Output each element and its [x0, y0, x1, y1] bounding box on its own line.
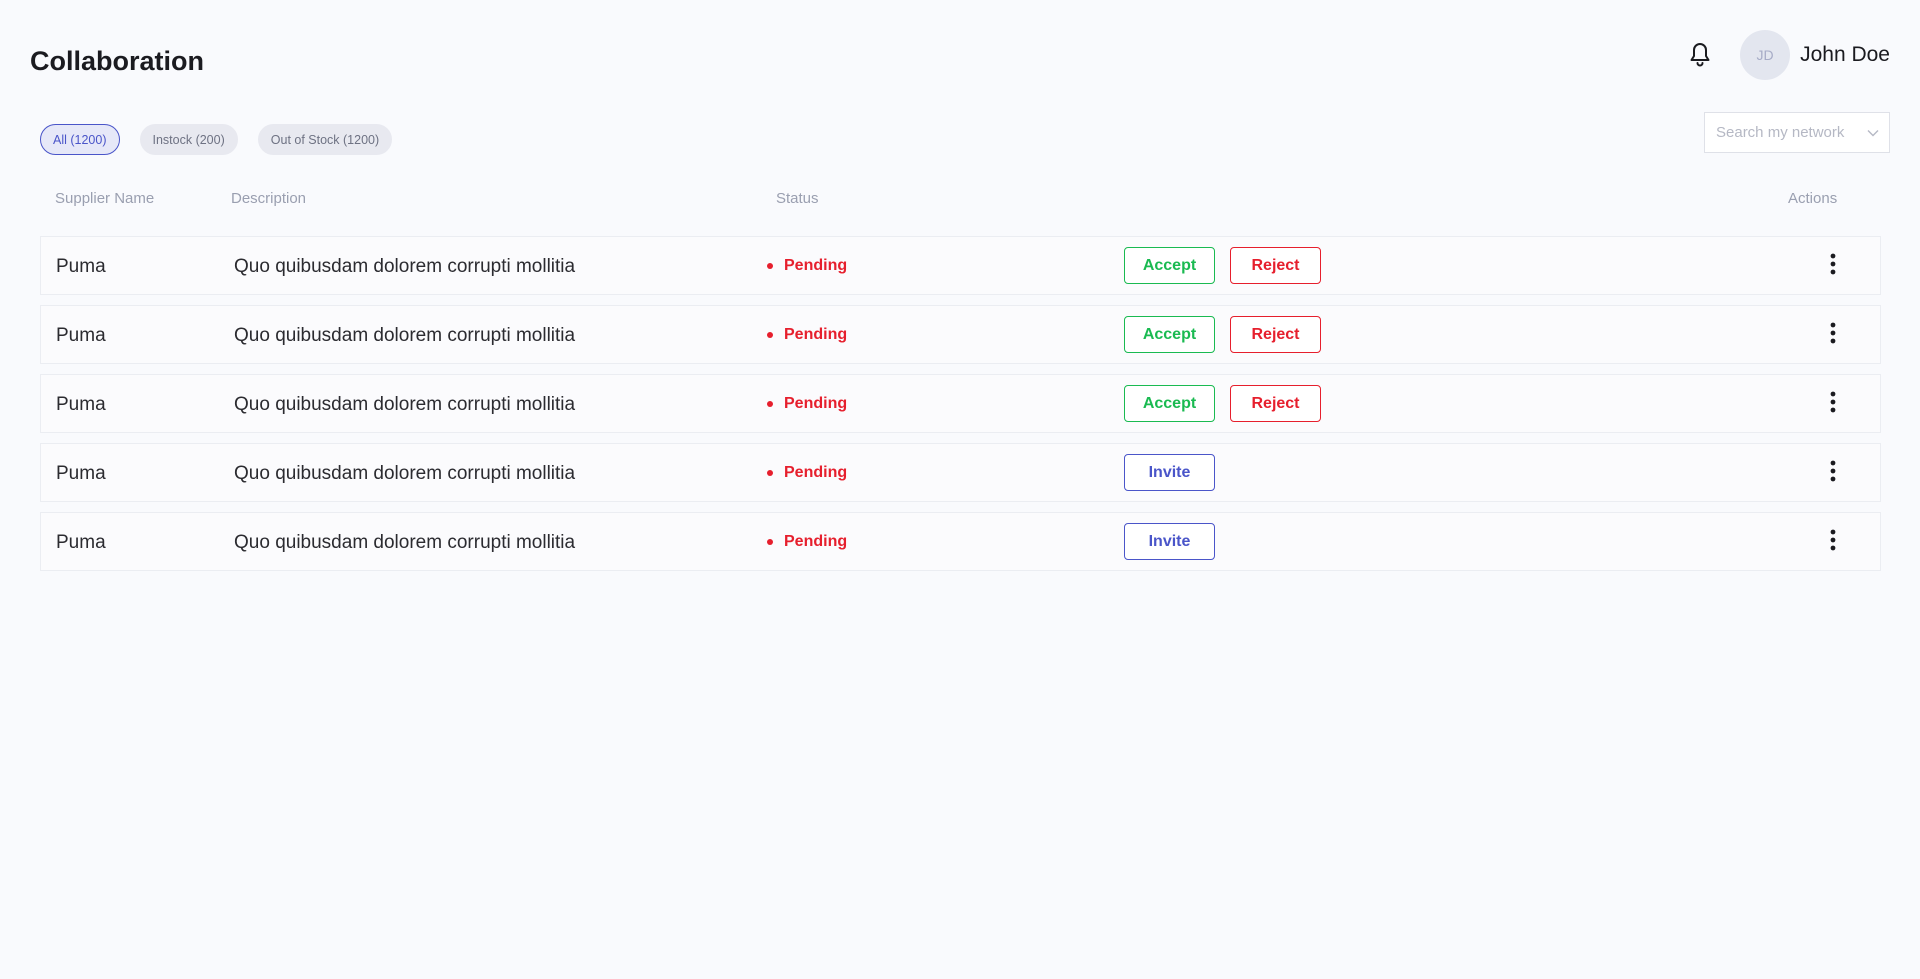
- description: Quo quibusdam dolorem corrupti mollitia: [234, 463, 576, 484]
- chevron-down-icon[interactable]: [1867, 127, 1879, 139]
- more-vertical-icon[interactable]: [1827, 459, 1839, 483]
- accept-button[interactable]: Accept: [1124, 385, 1215, 422]
- table-row: Puma Quo quibusdam dolorem corrupti moll…: [40, 374, 1881, 433]
- reject-button[interactable]: Reject: [1230, 247, 1321, 284]
- invite-button[interactable]: Invite: [1124, 523, 1215, 560]
- user-header: JD John Doe: [1686, 30, 1890, 80]
- status-badge: Pending: [767, 257, 847, 275]
- accept-button[interactable]: Accept: [1124, 247, 1215, 284]
- status-dot-icon: [767, 470, 773, 476]
- table-row: Puma Quo quibusdam dolorem corrupti moll…: [40, 305, 1881, 364]
- status-badge: Pending: [767, 464, 847, 482]
- status-text: Pending: [784, 395, 848, 412]
- page-title: Collaboration: [30, 46, 204, 76]
- table-row: Puma Quo quibusdam dolorem corrupti moll…: [40, 443, 1881, 502]
- status-dot-icon: [767, 401, 773, 407]
- more-vertical-icon[interactable]: [1827, 252, 1839, 276]
- search-input[interactable]: [1716, 124, 1866, 141]
- supplier-name: Puma: [56, 256, 106, 277]
- description: Quo quibusdam dolorem corrupti mollitia: [234, 532, 576, 553]
- invite-button[interactable]: Invite: [1124, 454, 1215, 491]
- supplier-name: Puma: [56, 463, 106, 484]
- more-vertical-icon[interactable]: [1827, 528, 1839, 552]
- supplier-table: Puma Quo quibusdam dolorem corrupti moll…: [40, 236, 1881, 581]
- status-text: Pending: [784, 533, 848, 550]
- filter-pills: All (1200) Instock (200) Out of Stock (1…: [40, 124, 393, 155]
- status-badge: Pending: [767, 326, 847, 344]
- column-header-status: Status: [776, 190, 819, 207]
- status-dot-icon: [767, 263, 773, 269]
- column-header-actions: Actions: [1788, 190, 1838, 207]
- column-header-description: Description: [231, 190, 307, 207]
- more-vertical-icon[interactable]: [1827, 321, 1839, 345]
- reject-button[interactable]: Reject: [1230, 385, 1321, 422]
- status-text: Pending: [784, 257, 848, 274]
- description: Quo quibusdam dolorem corrupti mollitia: [234, 256, 576, 277]
- bell-icon[interactable]: [1686, 41, 1714, 69]
- user-name[interactable]: John Doe: [1800, 43, 1890, 67]
- supplier-name: Puma: [56, 532, 106, 553]
- avatar[interactable]: JD: [1740, 30, 1791, 80]
- status-badge: Pending: [767, 395, 847, 413]
- description: Quo quibusdam dolorem corrupti mollitia: [234, 325, 576, 346]
- column-header-supplier: Supplier Name: [55, 190, 155, 207]
- description: Quo quibusdam dolorem corrupti mollitia: [234, 394, 576, 415]
- status-dot-icon: [767, 539, 773, 545]
- more-vertical-icon[interactable]: [1827, 390, 1839, 414]
- table-row: Puma Quo quibusdam dolorem corrupti moll…: [40, 236, 1881, 295]
- status-text: Pending: [784, 326, 848, 343]
- filter-pill-instock[interactable]: Instock (200): [139, 124, 238, 155]
- collaboration-page: Collaboration JD John Doe All (1200) Ins…: [0, 0, 1920, 979]
- table-row: Puma Quo quibusdam dolorem corrupti moll…: [40, 512, 1881, 571]
- reject-button[interactable]: Reject: [1230, 316, 1321, 353]
- filter-pill-out-of-stock[interactable]: Out of Stock (1200): [257, 124, 393, 155]
- status-text: Pending: [784, 464, 848, 481]
- search-network-select[interactable]: [1704, 112, 1890, 153]
- status-dot-icon: [767, 332, 773, 338]
- supplier-name: Puma: [56, 394, 106, 415]
- filter-pill-all[interactable]: All (1200): [40, 124, 120, 155]
- status-badge: Pending: [767, 533, 847, 551]
- supplier-name: Puma: [56, 325, 106, 346]
- accept-button[interactable]: Accept: [1124, 316, 1215, 353]
